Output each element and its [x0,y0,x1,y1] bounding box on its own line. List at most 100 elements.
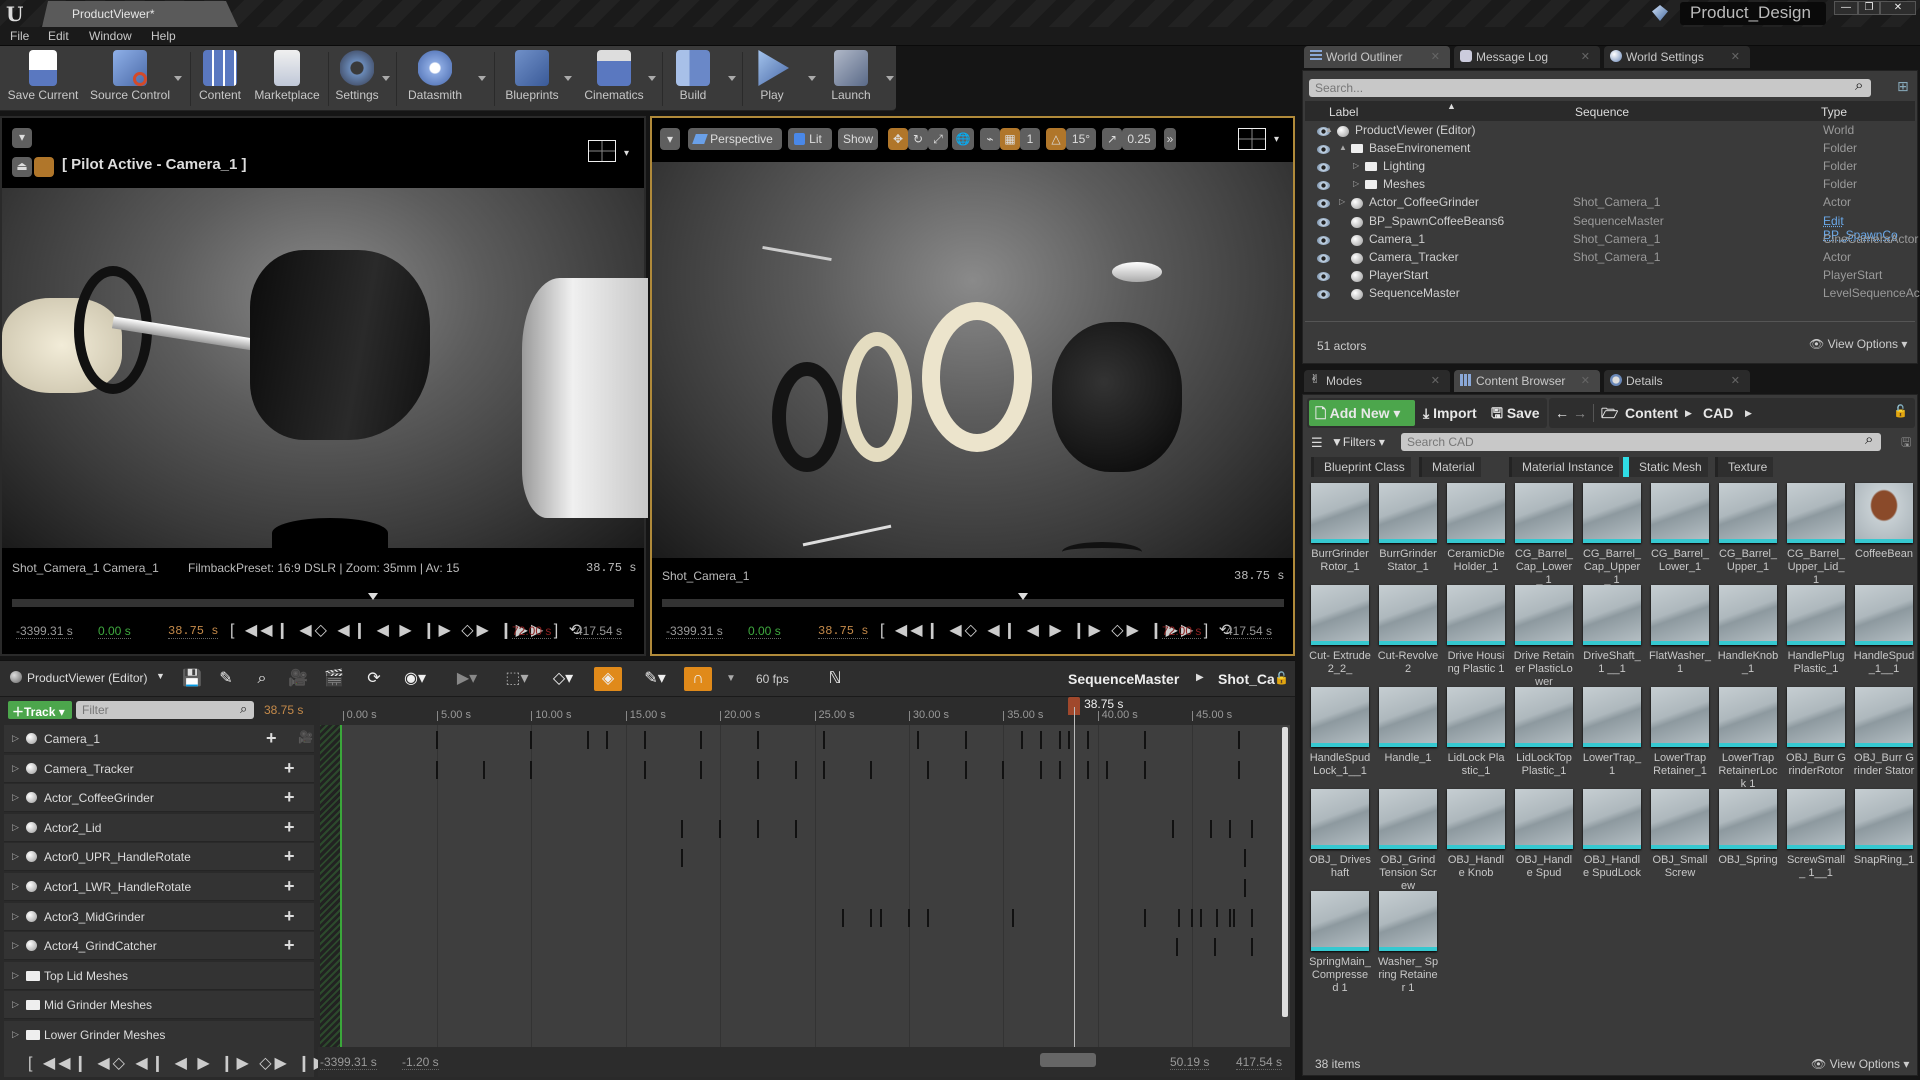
asset-tile[interactable]: SpringMain_ Compressed 1 [1309,891,1371,995]
import-button[interactable]: ⤓ Import [1423,400,1477,426]
current-time[interactable]: 38.75 s [168,624,219,639]
visibility-eye-icon[interactable] [1317,271,1330,281]
lock-icon[interactable]: 🔓 [1274,671,1289,685]
visibility-eye-icon[interactable] [1317,235,1330,245]
asset-tile[interactable]: HandleSpud _1__1 [1853,585,1915,676]
keyframe[interactable] [1040,731,1043,749]
expand-arrow-icon[interactable]: ▷ [12,733,19,744]
asset-tile[interactable]: OBJ_Spring [1717,789,1779,867]
cb-view-options[interactable]: 👁 View Options ▾ [1811,1057,1909,1071]
playhead-line[interactable] [1074,707,1076,1053]
asset-tile[interactable]: ScrewSmall_ 1__1 [1785,789,1847,880]
asset-tile[interactable]: HandleKnob _1 [1717,585,1779,676]
keyframe[interactable] [681,849,684,868]
visibility-eye-icon[interactable] [1317,163,1330,173]
track-row[interactable]: ▷ Camera_1 + 🎥 [4,725,314,753]
keyframe[interactable] [794,760,797,779]
in-point-time[interactable]: 0.00 s [748,624,781,639]
view-out-time[interactable]: 50.19 s [1170,1055,1210,1070]
end-bound-time[interactable]: 417.54 s [576,624,623,639]
add-subtrack-icon[interactable]: + [284,935,295,956]
viewport-scrub-playhead[interactable] [1018,593,1029,600]
save-as-icon[interactable]: ✎ [214,667,238,691]
add-subtrack-icon[interactable]: + [284,906,295,927]
column-label[interactable]: Label [1329,105,1358,119]
world-dropdown-icon[interactable]: ▼ [156,671,165,681]
lock-icon[interactable]: 🔓 [1893,404,1908,418]
outliner-row[interactable]: SequenceMaster LevelSequenceAct [1303,286,1920,304]
viewport-options-button[interactable]: ▾ [660,128,680,150]
eject-pilot-button[interactable]: ⏏ [12,157,32,177]
perspective-button[interactable]: Perspective [688,128,782,150]
asset-search-input[interactable]: Search CAD [1401,433,1881,451]
source-control-dropdown[interactable] [174,76,182,81]
asset-tile[interactable]: CG_Barrel_ Upper_Lid_1 [1785,483,1847,587]
keyframe-area[interactable] [320,697,1290,1053]
add-subtrack-icon[interactable]: + [284,787,295,808]
launch-dropdown[interactable] [886,76,894,81]
expand-arrow-icon[interactable]: ▷ [12,851,19,862]
snap-dropdown-icon[interactable]: ▼ [724,667,738,691]
visibility-eye-icon[interactable] [1317,217,1330,227]
filter-chip[interactable]: Material [1419,457,1481,477]
save-current-button[interactable]: Save Current [4,50,82,108]
current-time-readout[interactable]: 38.75 s [264,703,303,717]
asset-tile[interactable]: LowerTrap_1 [1581,687,1643,778]
add-folder-icon[interactable]: ⊞ [1897,78,1909,95]
keyframe[interactable] [1040,760,1043,779]
datasmith-button[interactable]: Datasmith [400,50,470,108]
asset-tile[interactable]: CoffeeBean [1853,483,1915,561]
expander-arrow-icon[interactable]: ▷ [1339,197,1345,206]
asset-tile[interactable]: LowerTrap RetainerLock 1 [1717,687,1779,791]
menu-window[interactable]: Window [89,29,132,43]
rotation-snap-value[interactable]: 15° [1066,128,1096,150]
lit-button[interactable]: Lit [788,128,832,150]
close-tab-icon[interactable]: ✕ [1731,374,1740,387]
breadcrumb-shot[interactable]: Shot_Ca [1218,671,1275,687]
refresh-icon[interactable]: ⟳ [362,667,386,691]
asset-tile[interactable]: HandlePlug Plastic_1 [1785,585,1847,676]
expand-arrow-icon[interactable]: ▷ [12,970,19,981]
outliner-row[interactable]: Camera_1 Shot_Camera_1 CineCameraActor [1303,232,1918,250]
asset-tile[interactable]: FlatWasher_ 1 [1649,585,1711,676]
start-bound-time[interactable]: -3399.31 s [16,624,73,639]
outliner-row[interactable]: ▲ BaseEnvironement Folder [1303,141,1917,159]
viewport-scrub-playhead[interactable] [368,593,379,600]
outliner-row[interactable]: Camera_Tracker Shot_Camera_1 Actor [1303,250,1917,268]
keyframe[interactable] [1228,819,1231,838]
keyframe[interactable] [1238,760,1241,779]
add-subtrack-icon[interactable]: + [284,758,295,779]
tab-world-settings[interactable]: World Settings ✕ [1604,46,1750,68]
current-time[interactable]: 38.75 s [818,624,869,639]
save-search-icon[interactable]: 🖫 [1901,433,1911,454]
expand-arrow-icon[interactable]: ▷ [12,763,19,774]
keyframe[interactable] [1200,908,1203,927]
add-subtrack-icon[interactable]: + [284,817,295,838]
track-row[interactable]: ▷ Actor_CoffeeGrinder + [4,784,314,813]
build-button[interactable]: Build [668,50,718,108]
keyframe[interactable] [1175,938,1178,957]
keyframe[interactable] [870,760,873,779]
keyframe[interactable] [841,908,844,927]
play-button[interactable]: Play [748,50,796,108]
keyframe[interactable] [1243,879,1246,897]
filter-chip[interactable]: Static Mesh [1623,457,1708,477]
keyframe[interactable] [1106,760,1109,779]
path-cad[interactable]: CAD [1703,400,1733,426]
keyframe[interactable] [1172,819,1175,838]
key-options-icon[interactable]: ◇▾ [546,667,580,691]
keyframe[interactable] [1068,731,1071,749]
track-row[interactable]: ▷ Mid Grinder Meshes [4,991,314,1020]
keyframe[interactable] [907,908,910,927]
keyframe[interactable] [1002,760,1005,779]
timeline-area[interactable]: 0.00 s 5.00 s 10.00 s 15.00 s 20.00 s 25.00 s… [320,697,1290,1053]
asset-tile[interactable]: LidLock Plastic_1 [1445,687,1507,778]
save-all-button[interactable]: 🖫 Save All [1491,400,1547,447]
forward-arrow-icon[interactable]: → [1573,400,1587,426]
keyframe[interactable] [1209,819,1212,838]
keyframe[interactable] [1058,760,1061,779]
expander-arrow-icon[interactable]: ▷ [1353,179,1359,188]
asset-tile[interactable]: OBJ_Handle SpudLock [1581,789,1643,880]
expand-arrow-icon[interactable]: ▷ [12,1029,19,1040]
keyframe[interactable] [1251,819,1254,838]
